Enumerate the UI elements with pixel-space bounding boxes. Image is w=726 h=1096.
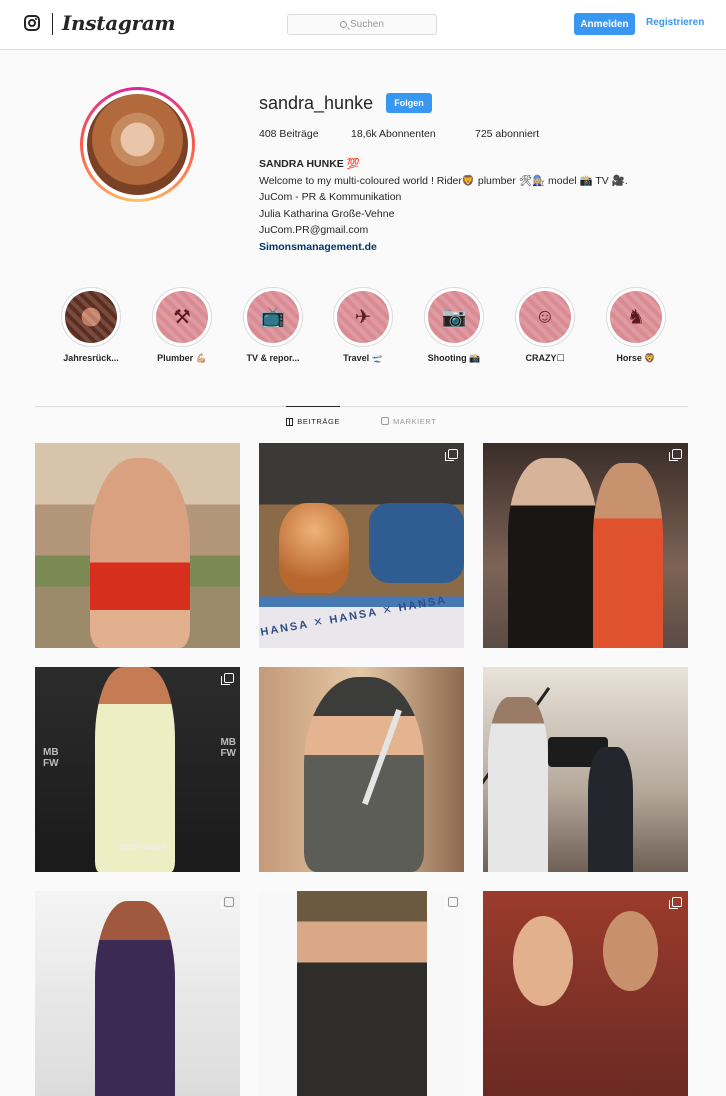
emoji-icon: ☺ — [534, 305, 556, 328]
follow-button[interactable]: Folgen — [386, 93, 432, 113]
instagram-wordmark[interactable]: Instagram — [62, 11, 176, 35]
tab-posts[interactable]: BEITRÄGE — [286, 406, 340, 436]
search-placeholder: Suchen — [350, 19, 384, 30]
post-thumbnail[interactable] — [259, 891, 464, 1096]
tabs-divider — [35, 406, 688, 407]
highlight-item[interactable]: ♞ Horse 🦁 — [591, 287, 681, 364]
post-photo — [603, 911, 658, 991]
highlight-item[interactable]: ☺ CRAZY☐ — [500, 287, 590, 364]
post-photo — [513, 916, 573, 1006]
login-button[interactable]: Anmelden — [574, 13, 635, 35]
post-photo — [508, 458, 598, 648]
bio-line: JuCom.PR@gmail.com — [259, 224, 369, 236]
horse-icon: ♞ — [627, 306, 645, 329]
highlight-portrait-photo — [65, 291, 117, 343]
post-photo — [593, 463, 663, 648]
post-thumbnail[interactable] — [483, 443, 688, 648]
post-photo — [488, 697, 548, 872]
highlight-item[interactable]: ✈ Travel 🛫 — [318, 287, 408, 364]
tab-posts-label: BEITRÄGE — [297, 417, 340, 426]
post-thumbnail[interactable]: HANSA ✕ HANSA ✕ HANSA — [259, 443, 464, 648]
avatar-photo — [87, 94, 188, 195]
bio-website-link[interactable]: Simonsmanagement.de — [259, 239, 689, 256]
top-nav: Instagram Suchen Anmelden Registrieren — [0, 0, 726, 50]
post-photo — [588, 747, 633, 872]
instagram-logo-icon[interactable] — [24, 15, 40, 31]
posts-count: 408 Beiträge — [259, 128, 319, 140]
post-photo — [297, 891, 427, 1096]
grid-icon — [286, 417, 294, 426]
highlight-label: Horse 🦁 — [616, 353, 656, 363]
bio-line: Welcome to my multi-coloured world ! Rid… — [259, 174, 628, 187]
post-photo — [369, 503, 464, 583]
post-text: HANSA ✕ HANSA ✕ HANSA — [259, 594, 448, 639]
highlight-item[interactable]: 📷 Shooting 📸 — [409, 287, 499, 364]
nav-divider — [52, 13, 53, 35]
multi-image-icon — [445, 897, 458, 909]
post-thumbnail[interactable] — [259, 667, 464, 872]
plumber-icon: ⚒ — [173, 306, 191, 329]
highlight-item[interactable]: Jahresrück... — [46, 287, 136, 363]
profile-bio: SANDRA HUNKE 💯 Welcome to my multi-colou… — [259, 156, 689, 255]
bio-name: SANDRA HUNKE 💯 — [259, 158, 360, 170]
highlight-label: TV & repor... — [246, 353, 300, 363]
bio-line: JuCom - PR & Kommunikation — [259, 191, 402, 203]
register-link[interactable]: Registrieren — [646, 17, 704, 28]
post-photo — [304, 677, 424, 872]
getty-watermark: gettyimages — [119, 842, 166, 851]
profile-avatar[interactable] — [80, 87, 195, 202]
search-icon — [340, 21, 347, 28]
highlight-label: CRAZY☐ — [525, 353, 565, 363]
search-input[interactable]: Suchen — [287, 14, 437, 35]
multi-image-icon — [221, 673, 234, 685]
profile-username: sandra_hunke — [259, 93, 374, 113]
camera-icon: 📷 — [441, 306, 467, 329]
post-thumbnail[interactable] — [35, 891, 240, 1096]
cat-photo — [279, 503, 349, 593]
highlight-item[interactable]: ⚒ Plumber 💪🏼 — [137, 287, 227, 364]
post-thumbnail[interactable]: MB FW MB FW gettyimages — [35, 667, 240, 872]
highlight-item[interactable]: 📺 TV & repor... — [228, 287, 318, 363]
tv-icon: 📺 — [260, 306, 286, 329]
multi-image-icon — [221, 897, 234, 909]
multi-image-icon — [669, 897, 682, 909]
highlight-label: Jahresrück... — [63, 353, 119, 363]
post-photo — [90, 458, 190, 648]
post-thumbnail[interactable] — [483, 891, 688, 1096]
post-photo — [95, 901, 175, 1096]
bio-line: Julia Katharina Große-Vehne — [259, 207, 395, 220]
multi-image-icon — [669, 449, 682, 461]
post-thumbnail[interactable] — [483, 667, 688, 872]
highlight-label: Shooting 📸 — [427, 353, 481, 363]
followers-count[interactable]: 18,6k Abonnenten — [351, 128, 436, 140]
highlight-label: Plumber 💪🏼 — [157, 353, 207, 363]
tab-tagged-label: MARKIERT — [393, 416, 437, 426]
following-count[interactable]: 725 abonniert — [475, 128, 539, 140]
multi-image-icon — [445, 449, 458, 461]
post-thumbnail[interactable] — [35, 443, 240, 648]
plane-icon: ✈ — [354, 306, 372, 329]
tag-icon — [381, 417, 389, 425]
highlight-label: Travel 🛫 — [343, 353, 383, 363]
tab-tagged[interactable]: MARKIERT — [381, 406, 436, 436]
mbfw-logo: MB FW — [43, 747, 59, 769]
mbfw-logo: MB FW — [220, 737, 236, 759]
